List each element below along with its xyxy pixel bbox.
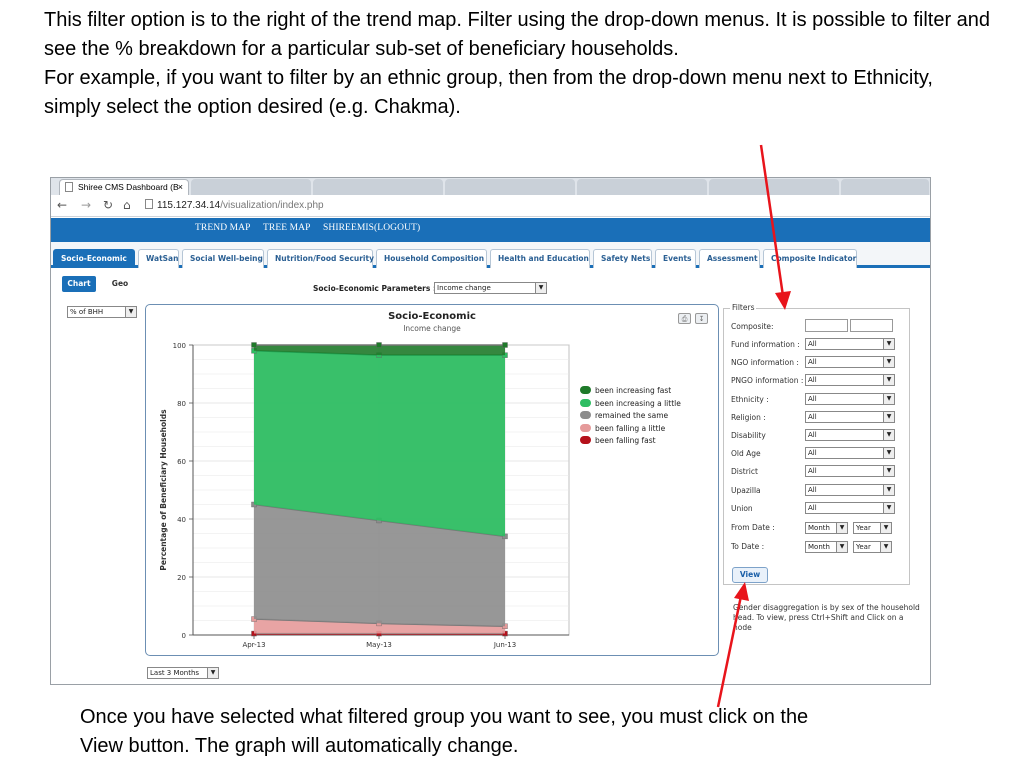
arrow-to-filters — [759, 144, 791, 310]
arrow-to-view-button — [716, 582, 749, 708]
annotation-arrows — [716, 144, 791, 708]
